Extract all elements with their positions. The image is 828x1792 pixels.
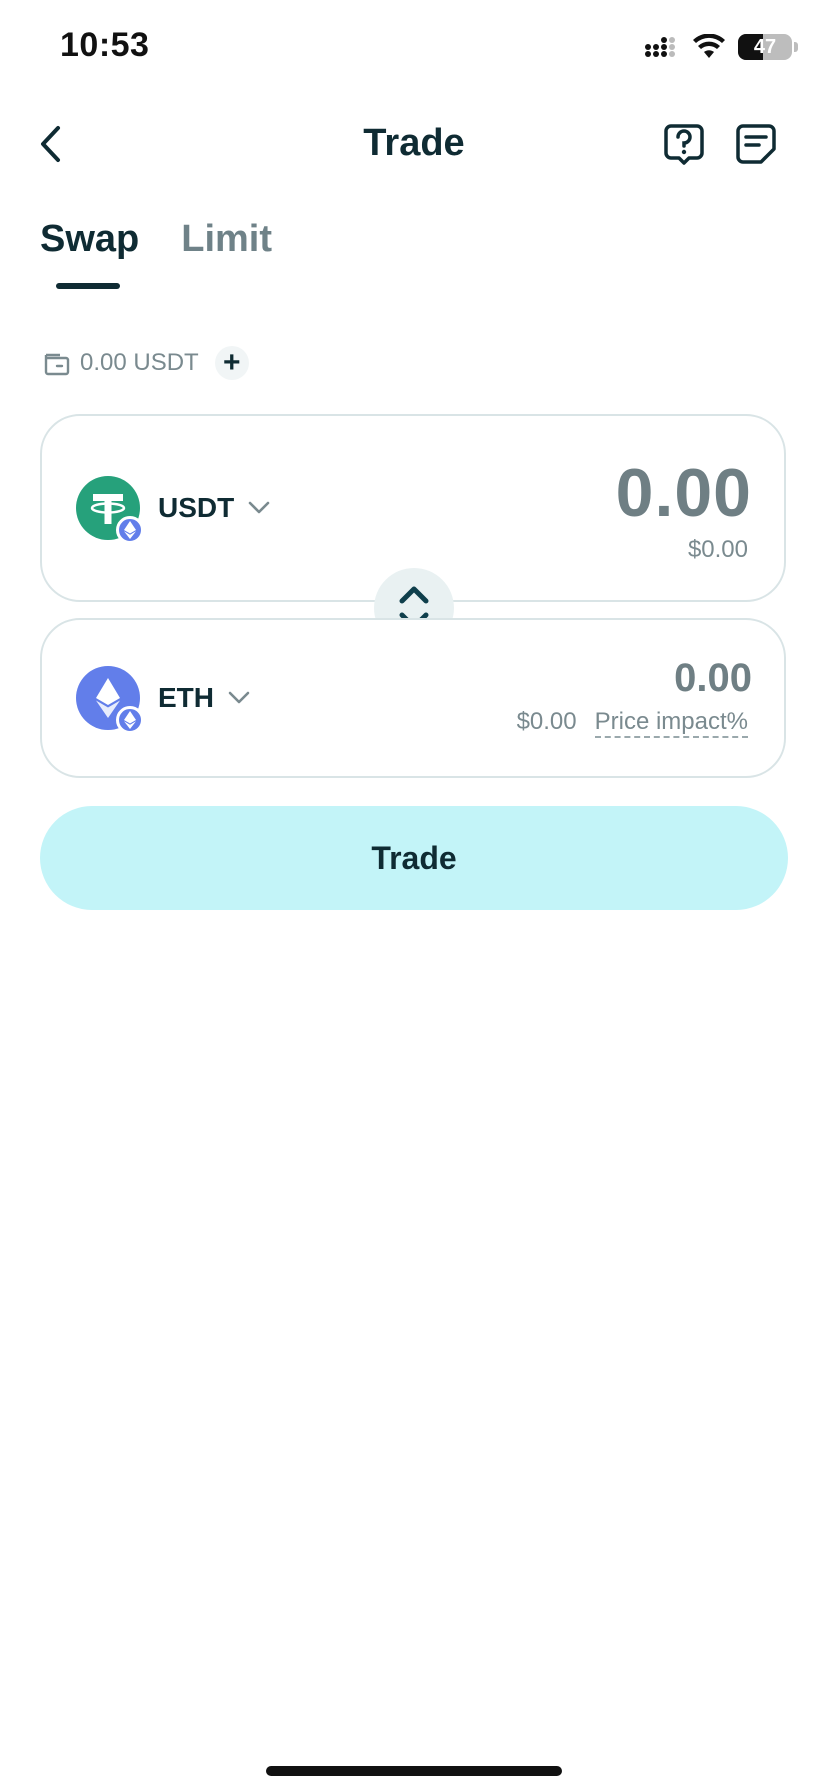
help-chat-icon	[664, 124, 704, 165]
usdt-logo-icon	[76, 476, 144, 544]
document-list-icon	[736, 124, 776, 164]
tab-limit[interactable]: Limit	[181, 218, 272, 261]
to-fiat-value: $0.00	[516, 708, 577, 735]
balance-row: 0.00 USDT +	[42, 346, 249, 380]
to-amount-value: 0.00	[674, 656, 752, 700]
from-amount-input[interactable]: 0.00	[616, 454, 752, 532]
status-time: 10:53	[60, 26, 150, 64]
battery-nub	[794, 42, 798, 52]
eth-logo-icon	[76, 666, 144, 734]
from-token-symbol: USDT	[158, 492, 235, 523]
wifi-icon	[693, 34, 725, 58]
ethereum-network-badge-icon	[116, 516, 144, 544]
history-button[interactable]	[732, 120, 780, 168]
to-token-symbol: ETH	[158, 682, 214, 713]
trade-screen: 10:53 47 Trade Swap Limit 0.00 USDT + US…	[0, 0, 828, 1792]
ethereum-network-badge-icon	[116, 706, 144, 734]
battery-level: 47	[753, 35, 777, 58]
to-token-selector[interactable]: ETH	[76, 666, 250, 734]
add-funds-button[interactable]: +	[214, 346, 249, 380]
from-fiat-value: $0.00	[687, 536, 748, 563]
chevron-down-icon	[248, 501, 270, 514]
cellular-signal-icon	[645, 37, 675, 57]
to-token-card: ETH 0.00 $0.00 Price impact%	[40, 618, 786, 778]
wallet-icon	[44, 353, 70, 376]
to-meta-row: $0.00 Price impact%	[517, 708, 748, 738]
balance-text: 0.00 USDT	[80, 349, 199, 376]
from-token-selector[interactable]: USDT	[76, 476, 270, 544]
active-tab-indicator	[56, 283, 120, 289]
tab-swap[interactable]: Swap	[40, 218, 139, 261]
battery-icon: 47	[738, 34, 792, 60]
home-indicator	[266, 1766, 562, 1776]
price-impact-link[interactable]: Price impact%	[594, 708, 748, 738]
trade-tabs: Swap Limit	[40, 218, 272, 261]
chevron-down-icon	[228, 691, 250, 704]
help-button[interactable]	[660, 120, 708, 168]
status-icons: 47	[644, 34, 798, 60]
trade-button[interactable]: Trade	[40, 806, 788, 910]
